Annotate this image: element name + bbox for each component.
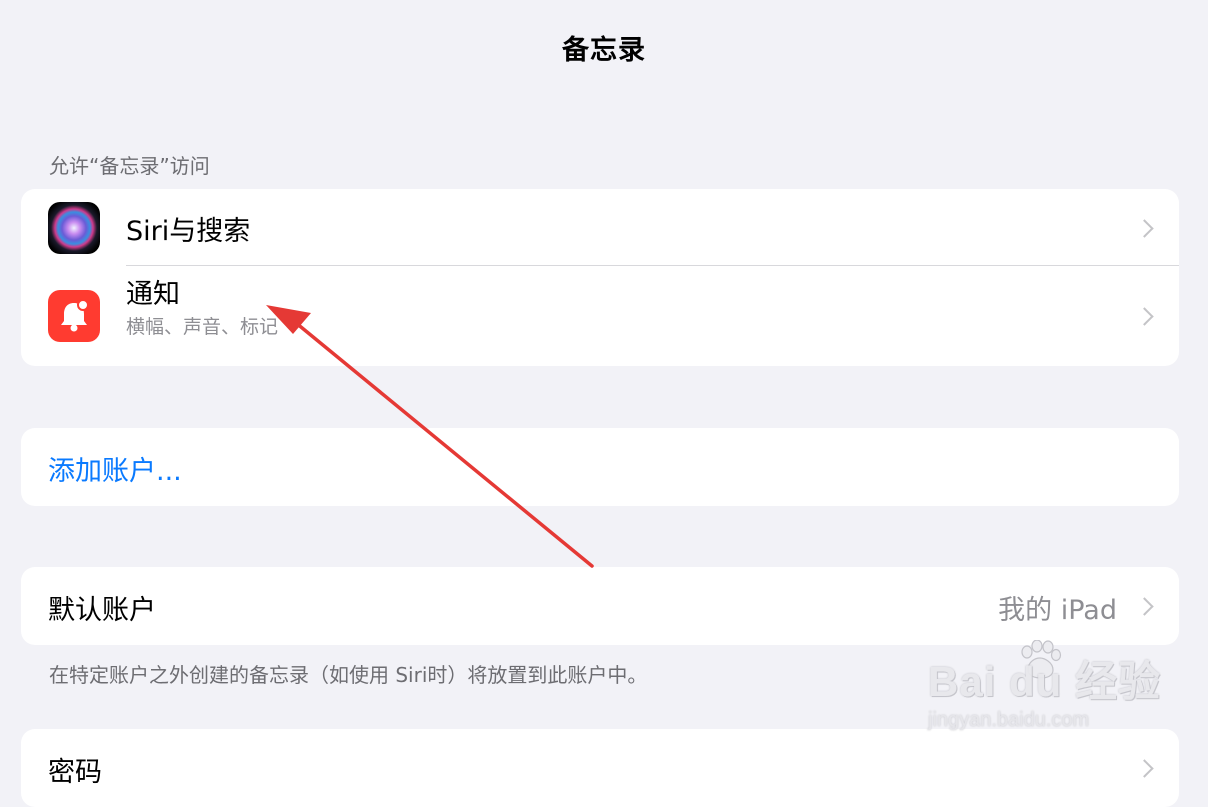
notifications-label: 通知 bbox=[126, 279, 180, 310]
bell-icon bbox=[48, 290, 100, 342]
password-label: 密码 bbox=[48, 757, 102, 788]
siri-search-row[interactable]: Siri与搜索 bbox=[21, 189, 1179, 266]
section-header-access: 允许“备忘录”访问 bbox=[49, 154, 210, 178]
notifications-row[interactable]: 通知 横幅、声音、标记 bbox=[21, 266, 1179, 366]
access-group: Siri与搜索 通知 横幅、声音、标记 bbox=[21, 189, 1179, 366]
default-account-value: 我的 iPad bbox=[998, 595, 1117, 626]
add-account-group: 添加账户... bbox=[21, 428, 1179, 506]
default-account-group: 默认账户 我的 iPad bbox=[21, 567, 1179, 645]
watermark-url: jingyan.baidu.com bbox=[928, 709, 1090, 731]
default-account-row[interactable]: 默认账户 我的 iPad bbox=[21, 567, 1179, 645]
password-group: 密码 bbox=[21, 729, 1179, 807]
default-account-label: 默认账户 bbox=[48, 595, 156, 626]
siri-icon bbox=[48, 202, 100, 254]
watermark-brand: Bai du 经验 bbox=[928, 658, 1162, 705]
default-account-footnote: 在特定账户之外创建的备忘录（如使用 Siri时）将放置到此账户中。 bbox=[49, 663, 648, 687]
baidu-watermark: Bai du 经验 jingyan.baidu.com bbox=[928, 648, 1161, 732]
chevron-right-icon bbox=[1135, 219, 1154, 238]
password-row[interactable]: 密码 bbox=[21, 729, 1179, 807]
chevron-right-icon bbox=[1135, 597, 1154, 616]
notifications-subtitle: 横幅、声音、标记 bbox=[126, 316, 279, 338]
add-account-button[interactable]: 添加账户... bbox=[48, 449, 182, 488]
page-title: 备忘录 bbox=[562, 35, 646, 66]
siri-search-label: Siri与搜索 bbox=[126, 216, 251, 247]
chevron-right-icon bbox=[1135, 307, 1154, 326]
